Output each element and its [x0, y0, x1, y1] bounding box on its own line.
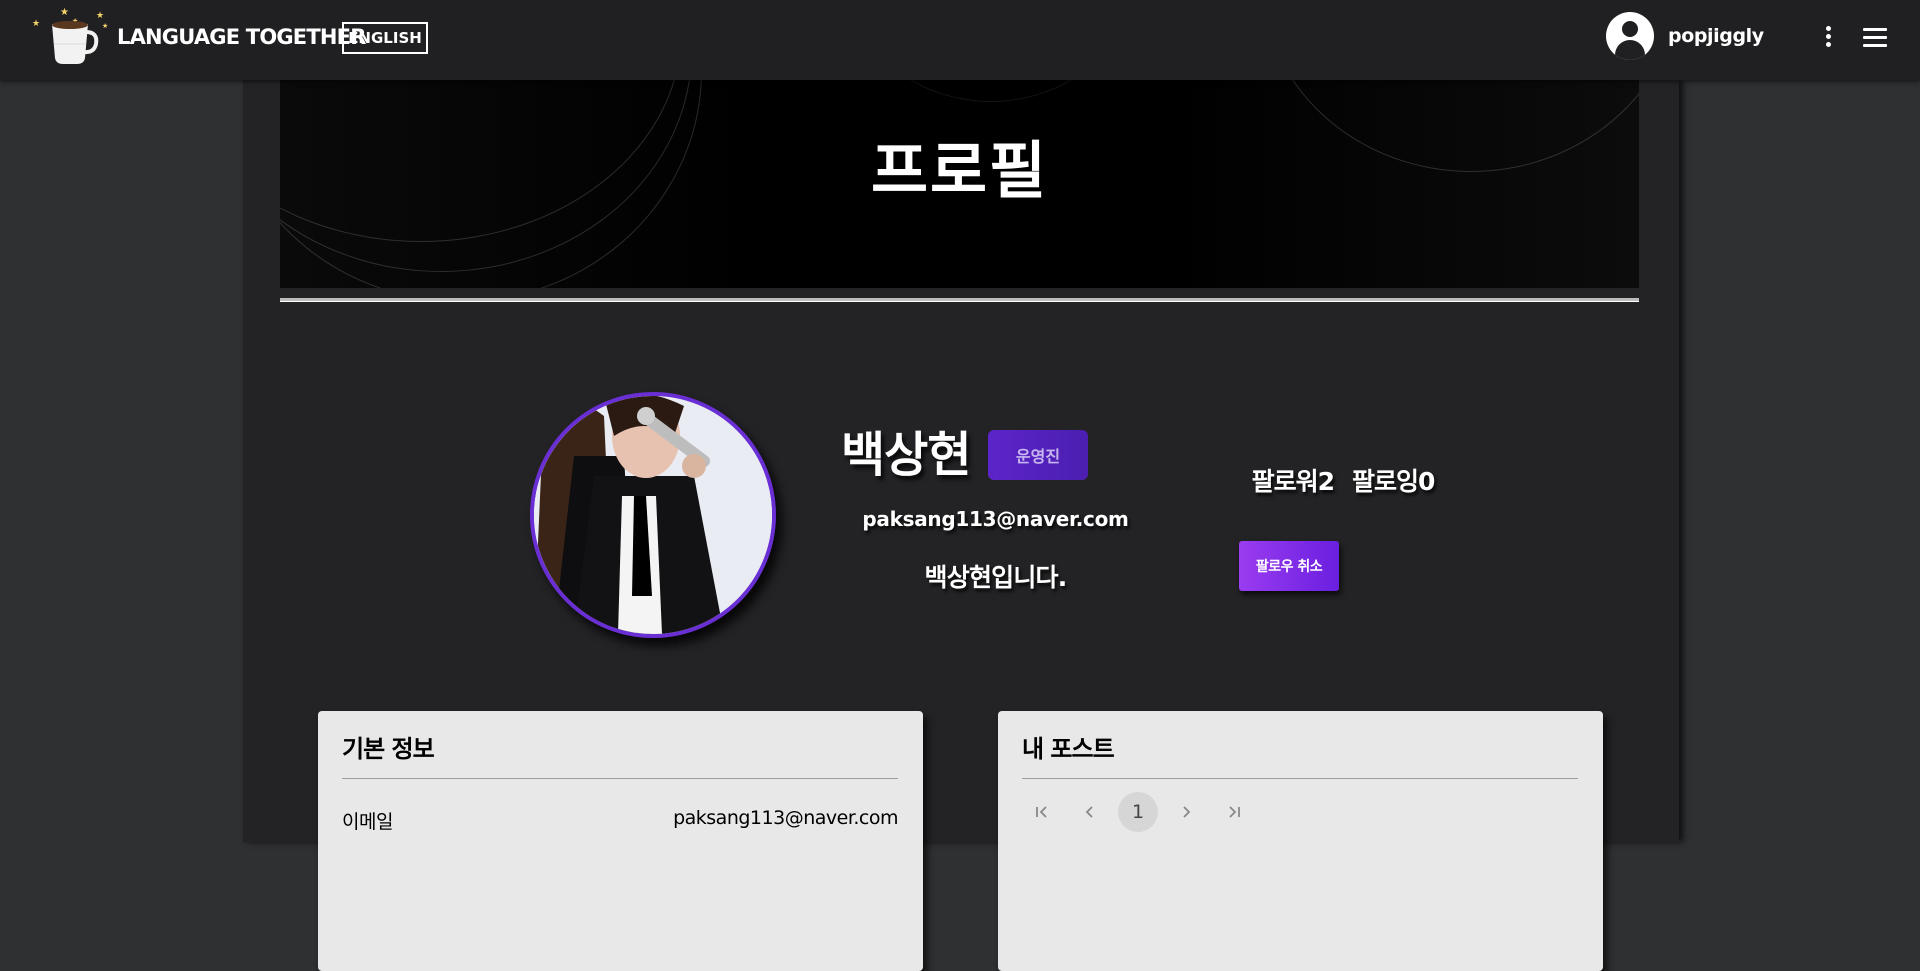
user-account-chip[interactable]: popjiggly — [1606, 12, 1764, 60]
following-count[interactable]: 팔로잉0 — [1352, 467, 1435, 496]
account-circle-icon[interactable] — [1606, 12, 1654, 60]
pagination: 1 — [1022, 792, 1262, 832]
info-value-email: paksang113@naver.com — [673, 807, 898, 829]
page-title: 프로필 — [870, 134, 1049, 207]
menu-icon[interactable] — [1863, 28, 1887, 48]
profile-bio: 백상현입니다. — [924, 563, 1068, 592]
previous-page-icon[interactable] — [1070, 792, 1110, 832]
language-toggle-button[interactable]: ENGLISH — [342, 22, 428, 54]
coffee-cup-logo[interactable]: ★ ★ ★ ★ ★ — [30, 4, 120, 74]
svg-text:★: ★ — [96, 11, 104, 21]
page-number-button[interactable]: 1 — [1118, 792, 1158, 832]
card-divider — [342, 778, 898, 779]
svg-text:★: ★ — [60, 7, 69, 18]
profile-banner: 프로필 — [280, 80, 1639, 288]
basic-info-title: 기본 정보 — [342, 735, 435, 763]
brand-name[interactable]: LANGUAGE TOGETHER — [117, 25, 366, 49]
svg-text:★: ★ — [32, 19, 40, 29]
unfollow-button[interactable]: 팔로우 취소 — [1239, 541, 1339, 591]
profile-email: paksang113@naver.com — [862, 507, 1129, 531]
info-label-email: 이메일 — [342, 811, 393, 833]
main-content: 프로필 백상현 운영진 paksang113@naver.com 백상현입니다.… — [243, 80, 1679, 971]
role-badge: 운영진 — [988, 430, 1088, 480]
banner-divider — [280, 298, 1639, 302]
my-posts-title: 내 포스트 — [1022, 735, 1115, 763]
card-divider — [1022, 778, 1578, 779]
first-page-icon[interactable] — [1022, 792, 1062, 832]
my-posts-card: 내 포스트 1 — [998, 711, 1603, 971]
followers-count[interactable]: 팔로워2 — [1252, 467, 1335, 496]
profile-photo — [530, 392, 776, 638]
last-page-icon[interactable] — [1214, 792, 1254, 832]
svg-text:★: ★ — [102, 22, 108, 30]
top-navigation-bar: ★ ★ ★ ★ ★ LANGUAGE TOGETHER ENGLISH popj… — [0, 0, 1920, 80]
more-vert-icon[interactable] — [1820, 26, 1836, 54]
next-page-icon[interactable] — [1166, 792, 1206, 832]
profile-name: 백상현 — [841, 427, 971, 483]
follow-stats: 팔로워2 팔로잉0 — [1193, 462, 1493, 498]
username-label[interactable]: popjiggly — [1668, 25, 1764, 47]
basic-info-card: 기본 정보 이메일 paksang113@naver.com — [318, 711, 923, 971]
